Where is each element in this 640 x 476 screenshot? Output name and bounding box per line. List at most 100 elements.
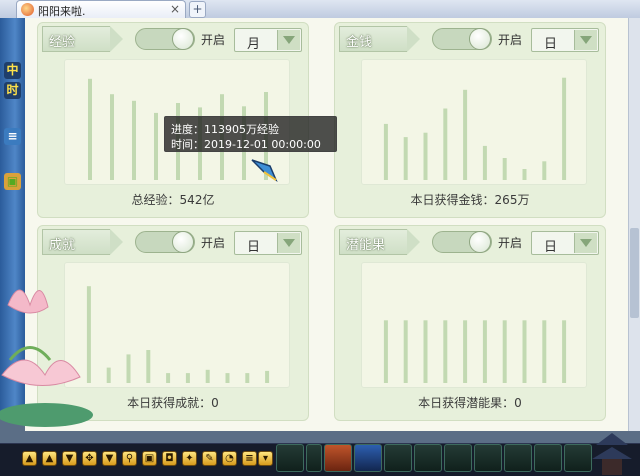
- panel-title: 成就: [49, 238, 76, 253]
- skill-slot-7[interactable]: [504, 444, 532, 472]
- chart-bar[interactable]: [110, 94, 114, 180]
- chart-bar[interactable]: [542, 161, 547, 180]
- chart-bar[interactable]: [482, 145, 487, 180]
- chart-bar[interactable]: [383, 320, 388, 383]
- left-badge-1[interactable]: 中: [4, 62, 21, 79]
- toggle-knob[interactable]: [172, 231, 194, 253]
- game-cursor-icon: [251, 159, 278, 183]
- chart-bar[interactable]: [403, 320, 408, 383]
- enable-toggle[interactable]: [432, 28, 492, 50]
- arrow-up-icon[interactable]: ▲: [22, 451, 37, 466]
- toggle-knob[interactable]: [469, 231, 491, 253]
- dropdown-icon[interactable]: ▾: [258, 451, 273, 466]
- bar-chart: [361, 262, 587, 388]
- chart-bar[interactable]: [522, 320, 527, 383]
- slot-lock[interactable]: [276, 444, 304, 472]
- chart-tooltip: 进度：113905万经验 时间：2019-12-01 00:00:00: [164, 116, 337, 152]
- bar-chart-svg: [383, 77, 567, 181]
- scrollbar[interactable]: [628, 18, 640, 431]
- slot-arrows[interactable]: [306, 444, 322, 472]
- lock-icon[interactable]: ▣: [142, 451, 157, 466]
- dropdown-arrow-icon[interactable]: [277, 233, 300, 253]
- period-select[interactable]: 日: [531, 28, 599, 52]
- enable-toggle[interactable]: [432, 231, 492, 253]
- brush-icon[interactable]: ✎: [202, 451, 217, 466]
- skill-slot-3[interactable]: [384, 444, 412, 472]
- skill-slot-1[interactable]: [324, 444, 352, 472]
- skill-slot-9[interactable]: [564, 444, 592, 472]
- period-select[interactable]: 日: [531, 231, 599, 255]
- left-badge-2[interactable]: 时: [4, 82, 21, 99]
- chart-bar[interactable]: [88, 78, 92, 180]
- move-icon[interactable]: ✥: [82, 451, 97, 466]
- chart-bar[interactable]: [154, 112, 158, 180]
- toggle-label: 开启: [201, 236, 226, 250]
- chart-bar[interactable]: [502, 158, 507, 180]
- period-select[interactable]: 月: [234, 28, 302, 52]
- period-value: 日: [247, 240, 261, 255]
- chart-bar[interactable]: [146, 350, 151, 383]
- toggle-knob[interactable]: [469, 28, 491, 50]
- chart-bar[interactable]: [482, 320, 487, 383]
- skill-slot-5[interactable]: [444, 444, 472, 472]
- dropdown-arrow-icon[interactable]: [574, 233, 597, 253]
- bag-icon[interactable]: ◘: [162, 451, 177, 466]
- pagoda-decoration-icon: [592, 433, 632, 475]
- enable-toggle[interactable]: [135, 231, 195, 253]
- panel-tag: 潜能果: [339, 229, 420, 255]
- game-logo-icon: [21, 3, 34, 16]
- chart-bar[interactable]: [463, 320, 468, 383]
- left-scroll-icon[interactable]: ▣: [4, 173, 21, 190]
- chart-bar[interactable]: [225, 373, 230, 383]
- tab-title: 阳阳来啦.: [38, 5, 86, 18]
- new-tab-button[interactable]: +: [189, 1, 206, 18]
- chart-bar[interactable]: [126, 354, 131, 383]
- period-select[interactable]: 日: [234, 231, 302, 255]
- enable-toggle[interactable]: [135, 28, 195, 50]
- tooltip-progress: 进度：113905万经验: [171, 123, 279, 136]
- chart-bar[interactable]: [265, 370, 270, 383]
- skill-slot-2[interactable]: [354, 444, 382, 472]
- toggle-knob[interactable]: [172, 28, 194, 50]
- chart-bar[interactable]: [245, 373, 250, 383]
- skill-slot-6[interactable]: [474, 444, 502, 472]
- toggle-label: 开启: [498, 33, 523, 47]
- chart-bar[interactable]: [443, 320, 448, 383]
- chart-bar[interactable]: [106, 367, 111, 383]
- chart-bar[interactable]: [423, 132, 428, 180]
- chart-bar[interactable]: [562, 77, 567, 180]
- chart-bar[interactable]: [185, 373, 190, 383]
- skill-slot-4[interactable]: [414, 444, 442, 472]
- chart-bar[interactable]: [463, 89, 468, 180]
- arrow-down-icon[interactable]: ▼: [62, 451, 77, 466]
- chart-bar[interactable]: [522, 169, 527, 180]
- chart-bar[interactable]: [403, 137, 408, 180]
- chart-bar[interactable]: [205, 369, 210, 383]
- panel-title: 经验: [49, 35, 76, 50]
- left-menu-icon[interactable]: ≡: [4, 128, 21, 145]
- close-tab-icon[interactable]: ×: [170, 2, 180, 16]
- arrow-up-2-icon[interactable]: ▲: [42, 451, 57, 466]
- skill-slot-8[interactable]: [534, 444, 562, 472]
- chat-icon[interactable]: ◔: [222, 451, 237, 466]
- panel-summary: 总经验：542亿: [131, 193, 215, 207]
- dropdown-arrow-icon[interactable]: [277, 30, 300, 50]
- chart-bar[interactable]: [132, 100, 136, 180]
- arrow-down-2-icon[interactable]: ▼: [102, 451, 117, 466]
- chart-bar[interactable]: [562, 320, 567, 383]
- chart-bar[interactable]: [502, 320, 507, 383]
- bar-chart: [64, 262, 290, 388]
- chart-bar[interactable]: [423, 320, 428, 383]
- dropdown-arrow-icon[interactable]: [574, 30, 597, 50]
- panel-summary: 本日获得潜能果：0: [418, 396, 522, 410]
- browser-tab[interactable]: 阳阳来啦. ×: [16, 0, 186, 18]
- bar-chart-svg: [383, 320, 567, 383]
- chart-bar[interactable]: [542, 320, 547, 383]
- chart-bar[interactable]: [383, 123, 388, 180]
- chart-bar[interactable]: [443, 108, 448, 181]
- chart-bar[interactable]: [166, 373, 171, 383]
- scrollbar-thumb[interactable]: [630, 228, 639, 318]
- skill-icon[interactable]: ✦: [182, 451, 197, 466]
- search-icon[interactable]: ⚲: [122, 451, 137, 466]
- menu-icon[interactable]: ≡: [242, 451, 257, 466]
